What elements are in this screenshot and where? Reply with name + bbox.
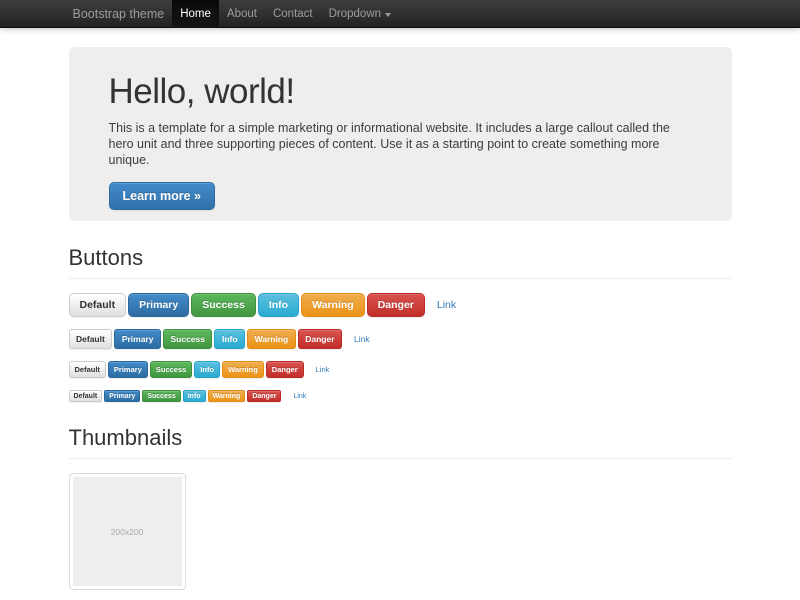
info-button-small[interactable]: Info xyxy=(194,361,220,378)
caret-down-icon xyxy=(385,13,391,17)
info-button-large[interactable]: Info xyxy=(258,293,299,317)
button-row-small: Default Primary Success Info Warning Dan… xyxy=(69,361,732,378)
nav-item-home[interactable]: Home xyxy=(172,0,219,28)
default-button-large[interactable]: Default xyxy=(69,293,127,317)
link-button-xs[interactable]: Link xyxy=(293,393,306,400)
primary-button-small[interactable]: Primary xyxy=(108,361,148,378)
button-row-large: Default Primary Success Info Warning Dan… xyxy=(69,293,732,317)
nav-item-about[interactable]: About xyxy=(219,0,265,28)
nav-item-dropdown[interactable]: Dropdown xyxy=(321,0,399,28)
danger-button-large[interactable]: Danger xyxy=(367,293,425,317)
top-navbar: Bootstrap theme Home About Contact Dropd… xyxy=(0,0,800,28)
nav-item-home-label: Home xyxy=(180,0,211,28)
hero-title: Hello, world! xyxy=(109,74,692,111)
thumbnail-item[interactable]: 200x200 xyxy=(69,473,186,590)
default-button-xs[interactable]: Default xyxy=(69,390,103,402)
primary-button-large[interactable]: Primary xyxy=(128,293,189,317)
warning-button-small[interactable]: Warning xyxy=(222,361,264,378)
hero-unit: Hello, world! This is a template for a s… xyxy=(69,47,732,221)
primary-button-xs[interactable]: Primary xyxy=(104,390,140,402)
danger-button-default[interactable]: Danger xyxy=(298,329,342,349)
danger-button-xs[interactable]: Danger xyxy=(247,390,281,402)
button-row-extra-small: Default Primary Success Info Warning Dan… xyxy=(69,390,732,402)
warning-button-large[interactable]: Warning xyxy=(301,293,365,317)
link-button-large[interactable]: Link xyxy=(437,299,456,311)
buttons-section-title: Buttons xyxy=(69,246,732,270)
hero-description: This is a template for a simple marketin… xyxy=(109,121,687,169)
nav-item-dropdown-label: Dropdown xyxy=(329,0,381,28)
warning-button-default[interactable]: Warning xyxy=(247,329,296,349)
nav-item-contact[interactable]: Contact xyxy=(265,0,321,28)
success-button-small[interactable]: Success xyxy=(150,361,192,378)
main-container: Hello, world! This is a template for a s… xyxy=(69,47,732,590)
nav-item-about-label: About xyxy=(227,0,257,28)
thumbnails-section-title: Thumbnails xyxy=(69,426,732,450)
navbar-container: Bootstrap theme Home About Contact Dropd… xyxy=(69,0,732,28)
navbar-menu: Home About Contact Dropdown xyxy=(172,0,399,28)
link-button-small[interactable]: Link xyxy=(316,365,330,374)
default-button-small[interactable]: Default xyxy=(69,361,106,378)
placeholder-image-label: 200x200 xyxy=(111,527,144,537)
brand-link[interactable]: Bootstrap theme xyxy=(69,0,169,28)
thumbnails-section-header: Thumbnails xyxy=(69,426,732,459)
info-button-default[interactable]: Info xyxy=(214,329,245,349)
danger-button-small[interactable]: Danger xyxy=(266,361,304,378)
button-row-default: Default Primary Success Info Warning Dan… xyxy=(69,329,732,349)
placeholder-image: 200x200 xyxy=(73,477,182,586)
success-button-large[interactable]: Success xyxy=(191,293,256,317)
nav-item-contact-label: Contact xyxy=(273,0,313,28)
primary-button-default[interactable]: Primary xyxy=(114,329,161,349)
link-button-default[interactable]: Link xyxy=(354,334,370,344)
info-button-xs[interactable]: Info xyxy=(183,390,206,402)
buttons-section-header: Buttons xyxy=(69,246,732,279)
default-button-default[interactable]: Default xyxy=(69,329,113,349)
warning-button-xs[interactable]: Warning xyxy=(208,390,246,402)
success-button-default[interactable]: Success xyxy=(163,329,213,349)
success-button-xs[interactable]: Success xyxy=(142,390,180,402)
learn-more-button[interactable]: Learn more » xyxy=(109,182,216,210)
